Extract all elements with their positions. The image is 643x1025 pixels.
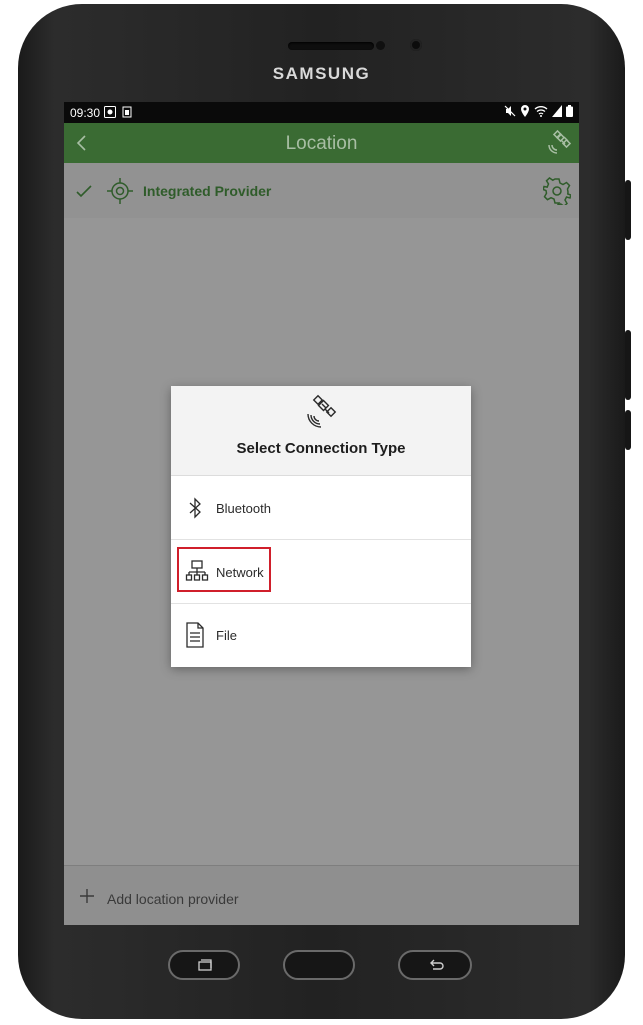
file-icon [186,622,204,648]
satellite-icon [548,129,572,154]
checkmark-icon [76,185,92,198]
gallery-icon [104,106,116,121]
back-arrow-icon [430,959,444,970]
page-title: Location [285,133,358,154]
recent-apps-button[interactable] [168,950,240,980]
integrated-provider-row[interactable]: Integrated Provider [64,163,579,218]
option-network[interactable]: Network [171,540,471,603]
brand-logo: SAMSUNG [272,64,371,83]
side-button [625,410,631,450]
crosshair-icon [107,178,133,204]
dialog-title: Select Connection Type [236,440,406,457]
side-button [625,330,631,400]
gear-icon[interactable] [543,177,571,205]
battery-saver-icon [122,106,132,121]
network-icon [185,560,209,581]
provider-label: Integrated Provider [143,183,272,199]
status-bar: 09:30 [64,102,579,123]
location-pin-icon [521,105,529,117]
back-nav-button[interactable] [398,950,472,980]
option-label: Bluetooth [216,501,271,516]
home-button[interactable] [283,950,355,980]
mute-icon [504,105,516,117]
sensor [376,41,385,50]
recent-apps-icon [198,959,212,971]
front-camera [410,39,422,51]
bluetooth-icon [189,497,201,519]
speaker-grille [288,42,374,50]
option-file[interactable]: File [171,604,471,667]
side-button [625,180,631,240]
footer-bar: Add location provider [64,865,579,925]
option-label: File [216,628,237,643]
status-time: 09:30 [70,106,101,120]
connection-type-dialog: Select Connection Type Bluetooth Network [171,386,471,667]
plus-icon[interactable] [78,887,96,905]
option-label: Network [216,565,264,580]
satellite-icon [307,394,337,428]
add-location-provider-button[interactable]: Add location provider [107,891,239,907]
option-bluetooth[interactable]: Bluetooth [171,476,471,539]
signal-icon [552,105,562,117]
dialog-header: Select Connection Type [171,386,471,476]
battery-icon [566,105,573,117]
wifi-icon [534,106,548,117]
satellite-status-button[interactable] [545,129,573,157]
app-bar: Location [64,123,579,163]
